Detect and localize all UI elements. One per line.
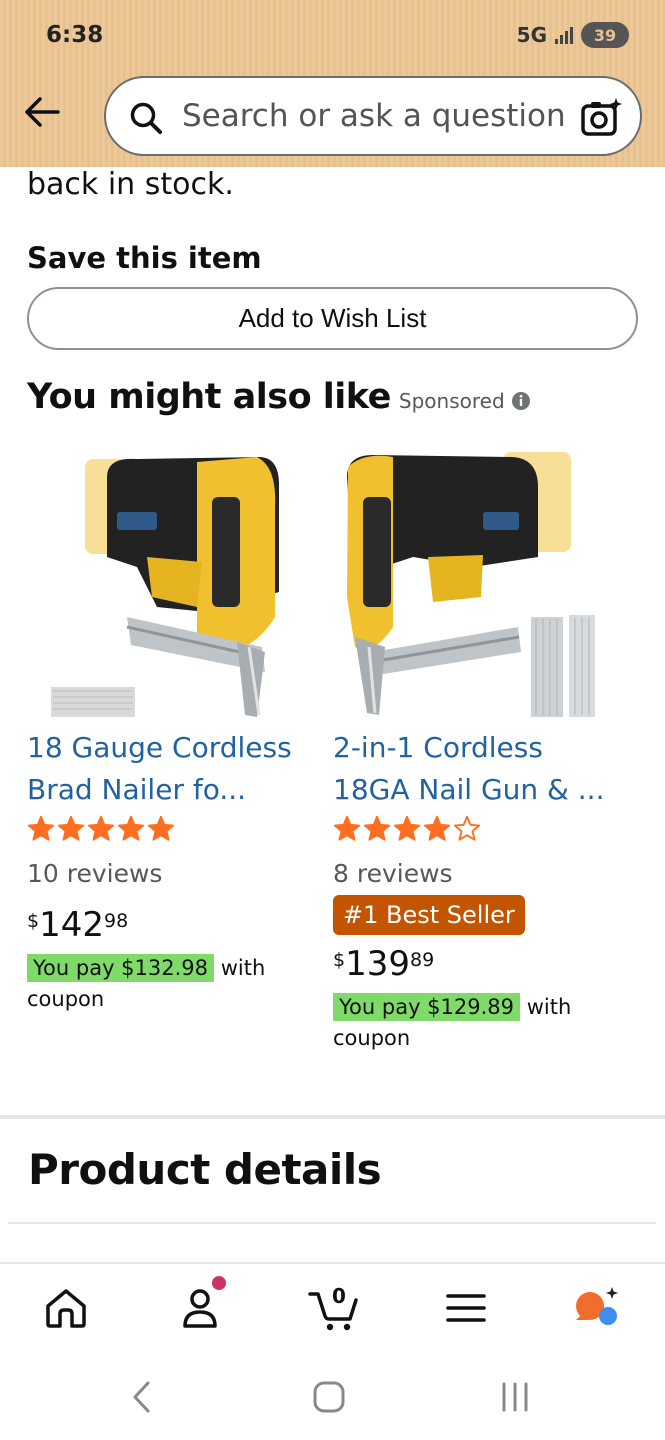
status-indicators: 5G 39 [517, 22, 629, 48]
battery-level: 39 [593, 25, 617, 45]
recommendations-title: You might also like [27, 377, 391, 417]
add-to-wish-list-button[interactable]: Add to Wish List [27, 287, 638, 350]
sponsored-label[interactable]: Sponsored [399, 389, 531, 413]
star-filled-icon [333, 815, 361, 841]
menu-icon[interactable] [442, 1284, 490, 1332]
product-image[interactable] [333, 447, 623, 722]
bottom-nav: 0 [0, 1262, 665, 1350]
product-image[interactable] [27, 447, 317, 722]
system-home-icon[interactable] [312, 1380, 346, 1414]
account-icon[interactable] [176, 1284, 224, 1332]
info-icon [511, 392, 530, 410]
star-filled-icon [393, 815, 421, 841]
review-count[interactable]: 10 reviews [27, 859, 162, 888]
star-filled-icon [27, 815, 55, 841]
coupon-info: You pay $129.89 with coupon [333, 992, 623, 1054]
stock-text: back in stock. [27, 167, 234, 202]
star-filled-icon [117, 815, 145, 841]
notification-dot [212, 1276, 226, 1290]
section-divider [8, 1222, 656, 1224]
product-title[interactable]: 2-in-1 Cordless 18GA Nail Gun & ... [333, 727, 623, 811]
app-header: 6:38 5G 39 Search or ask a question [0, 0, 665, 167]
back-arrow-icon[interactable] [22, 92, 62, 132]
search-bar[interactable]: Search or ask a question [104, 76, 642, 156]
coupon-price: You pay $132.98 [27, 954, 215, 982]
star-filled-icon [363, 815, 391, 841]
star-filled-icon [147, 815, 175, 841]
system-nav-bar [0, 1350, 665, 1440]
best-seller-badge: #1 Best Seller [333, 895, 525, 935]
product-price: $ 142 98 [27, 905, 129, 945]
product-details-heading: Product details [28, 1145, 382, 1194]
battery-icon: 39 [581, 22, 629, 48]
home-icon[interactable] [42, 1284, 90, 1332]
save-item-heading: Save this item [27, 241, 262, 275]
review-count[interactable]: 8 reviews [333, 859, 453, 888]
product-title[interactable]: 18 Gauge Cordless Brad Nailer fo... [27, 727, 317, 811]
star-empty-icon [453, 815, 481, 841]
product-price: $ 139 89 [333, 944, 435, 984]
star-filled-icon [57, 815, 85, 841]
star-rating [27, 815, 175, 843]
status-time: 6:38 [46, 22, 104, 48]
sponsored-text: Sponsored [398, 389, 505, 413]
system-back-icon[interactable] [126, 1380, 160, 1414]
cart-count: 0 [332, 1284, 346, 1308]
star-rating [333, 815, 481, 843]
rufus-icon[interactable] [572, 1284, 620, 1332]
coupon-info: You pay $132.98 with coupon [27, 953, 317, 1015]
star-filled-icon [423, 815, 451, 841]
star-filled-icon [87, 815, 115, 841]
signal-icon [555, 26, 573, 44]
network-label: 5G [516, 23, 547, 47]
camera-icon[interactable] [580, 96, 622, 138]
system-recents-icon[interactable] [498, 1380, 532, 1414]
recommendations-header: You might also like Sponsored [27, 377, 531, 417]
page-content: back in stock. Save this item Add to Wis… [0, 167, 665, 1262]
search-placeholder: Search or ask a question [182, 98, 566, 134]
coupon-price: You pay $129.89 [333, 993, 521, 1021]
section-divider [0, 1115, 665, 1119]
search-icon [130, 102, 162, 134]
